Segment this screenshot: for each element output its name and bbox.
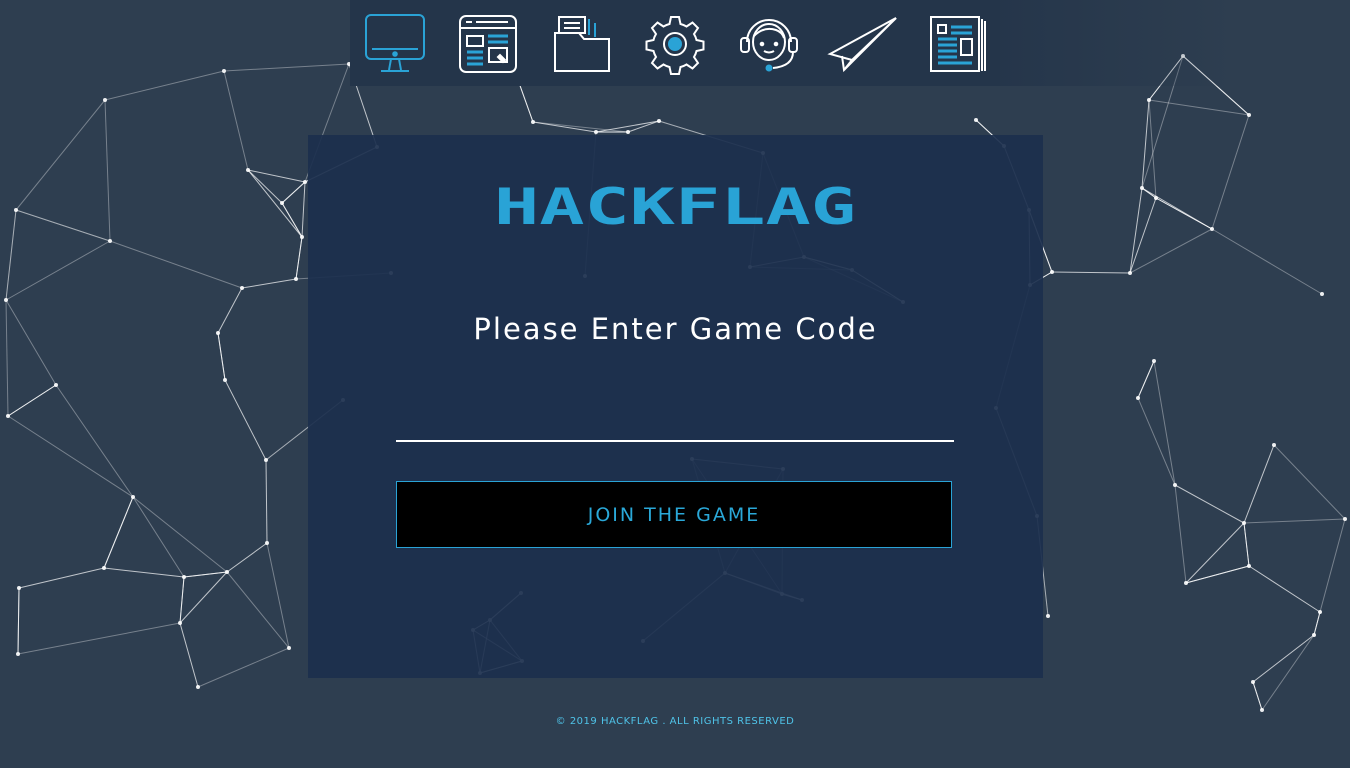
- nav-send[interactable]: [827, 12, 897, 76]
- monitor-icon: [365, 14, 425, 72]
- top-nav-fade: [1000, 0, 1240, 86]
- web-layout-icon: [459, 15, 517, 73]
- nav-settings[interactable]: [642, 12, 708, 76]
- footer-copyright: © 2019 HACKFLAG . ALL RIGHTS RESERVED: [555, 716, 795, 727]
- headset-support-icon: [740, 19, 798, 72]
- nav-support[interactable]: [736, 12, 802, 76]
- game-code-prompt: Please Enter Game Code: [473, 312, 878, 346]
- gear-icon: [645, 16, 705, 75]
- hackflag-logo-wordmark: HACKFLAG: [494, 178, 856, 236]
- paper-plane-icon: [827, 17, 897, 73]
- hackflag-logo: HACKFLAG: [0, 178, 1350, 240]
- logo-text: HACKFLAG: [494, 180, 856, 236]
- nav-folder[interactable]: [549, 12, 615, 76]
- nav-news[interactable]: [925, 12, 991, 76]
- newspaper-icon: [930, 16, 986, 72]
- nav-web-layout[interactable]: [455, 12, 521, 76]
- folder-documents-icon: [554, 16, 610, 72]
- nav-monitor[interactable]: [362, 12, 428, 76]
- game-code-input[interactable]: [396, 398, 954, 442]
- join-game-button[interactable]: JOIN THE GAME: [396, 481, 952, 548]
